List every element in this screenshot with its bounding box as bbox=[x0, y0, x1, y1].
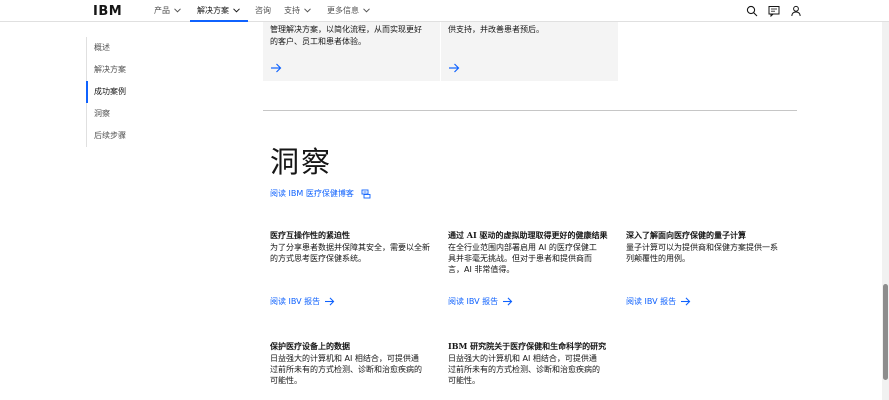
nav-active-indicator bbox=[190, 20, 248, 22]
chat-icon[interactable] bbox=[768, 5, 780, 17]
chevron-down-icon bbox=[304, 8, 311, 13]
insight-link-label: 阅读 IBV 报告 bbox=[448, 297, 499, 306]
section-divider bbox=[263, 110, 797, 111]
chevron-down-icon bbox=[174, 8, 181, 13]
insight-title: 深入了解面向医疗保健的量子计算 bbox=[626, 230, 746, 240]
insight-description: 为了分享患者数据并保障其安全，需要以全新的方式思考医疗保健系统。 bbox=[270, 243, 430, 263]
insight-title: IBM 研究院关于医疗保健和生命科学的研究 bbox=[448, 341, 607, 351]
scrollbar-thumb[interactable] bbox=[883, 284, 888, 380]
sidebar-item-solutions[interactable]: 解决方案 bbox=[86, 59, 186, 81]
insight-title: 保护医疗设备上的数据 bbox=[270, 341, 350, 351]
card-text-line: 供支持，并改善患者预后。 bbox=[448, 25, 544, 34]
card-text-line: 的客户、员工和患者体验。 bbox=[270, 37, 366, 46]
page-scrollbar[interactable] bbox=[882, 22, 889, 400]
insight-item: 通过 AI 驱动的虚拟助理取得更好的健康结果 在全行业范围内部署启用 AI 的医… bbox=[448, 230, 608, 275]
arrow-right-icon bbox=[271, 63, 282, 73]
insight-title: 医疗互操作性的紧迫性 bbox=[270, 230, 350, 240]
sidebar-item-success-stories[interactable]: 成功案例 bbox=[86, 81, 186, 103]
nav-more[interactable]: 更多信息 bbox=[327, 0, 370, 22]
nav-consulting[interactable]: 咨询 bbox=[255, 0, 271, 22]
nav-products[interactable]: 产品 bbox=[154, 0, 181, 22]
sidebar-item-insights[interactable]: 洞察 bbox=[86, 103, 186, 125]
sidebar-item-next-steps[interactable]: 后续步骤 bbox=[86, 125, 186, 147]
top-navigation: IBM 产品 解决方案 咨询 支持 更多信息 bbox=[0, 0, 889, 22]
launch-icon bbox=[361, 189, 371, 198]
arrow-right-icon bbox=[449, 63, 460, 73]
insight-report-link[interactable]: 阅读 IBV 报告 bbox=[448, 296, 513, 307]
arrow-right-icon bbox=[325, 297, 335, 306]
insight-report-link[interactable]: 阅读 IBV 报告 bbox=[270, 296, 335, 307]
arrow-right-icon bbox=[681, 297, 691, 306]
chevron-down-icon bbox=[363, 8, 370, 13]
ibm-logo[interactable]: IBM bbox=[93, 4, 122, 19]
insight-title: 通过 AI 驱动的虚拟助理取得更好的健康结果 bbox=[448, 230, 608, 240]
sidebar-item-overview[interactable]: 概述 bbox=[86, 37, 186, 59]
nav-consulting-label: 咨询 bbox=[255, 6, 271, 15]
insight-item: 深入了解面向医疗保健的量子计算 量子计算可以为提供商和保健方案提供一系列颠覆性的… bbox=[626, 230, 781, 264]
insight-report-link[interactable]: 阅读 IBV 报告 bbox=[626, 296, 691, 307]
user-icon[interactable] bbox=[790, 5, 802, 17]
insight-description: 在全行业范围内部署启用 AI 的医疗保健工具并非毫无挑战。但对于患者和提供商而言… bbox=[448, 243, 597, 274]
chevron-down-icon bbox=[233, 8, 240, 13]
insight-description: 日益强大的计算机和 AI 相结合，可提供通过前所未有的方式检测、诊断和治愈疾病的… bbox=[270, 354, 422, 385]
nav-support[interactable]: 支持 bbox=[284, 0, 311, 22]
insight-item: IBM 研究院关于医疗保健和生命科学的研究 日益强大的计算机和 AI 相结合，可… bbox=[448, 341, 607, 386]
blog-link-label: 阅读 IBM 医疗保健博客 bbox=[270, 189, 354, 198]
healthcare-blog-link[interactable]: 阅读 IBM 医疗保健博客 bbox=[270, 188, 371, 199]
card-text-line: 管理解决方案，以简化流程，从而实现更好 bbox=[270, 25, 422, 34]
nav-products-label: 产品 bbox=[154, 6, 170, 15]
search-icon[interactable] bbox=[746, 5, 758, 17]
nav-support-label: 支持 bbox=[284, 6, 300, 15]
nav-solutions[interactable]: 解决方案 bbox=[197, 0, 240, 22]
insights-heading: 洞察 bbox=[270, 145, 333, 179]
insight-item: 保护医疗设备上的数据 日益强大的计算机和 AI 相结合，可提供通过前所未有的方式… bbox=[270, 341, 422, 386]
insight-description: 量子计算可以为提供商和保健方案提供一系列颠覆性的用例。 bbox=[626, 243, 778, 263]
arrow-right-icon bbox=[503, 297, 513, 306]
nav-solutions-label: 解决方案 bbox=[197, 6, 229, 15]
insight-link-label: 阅读 IBV 报告 bbox=[270, 297, 321, 306]
insight-link-label: 阅读 IBV 报告 bbox=[626, 297, 677, 306]
insight-item: 医疗互操作性的紧迫性 为了分享患者数据并保障其安全，需要以全新的方式思考医疗保健… bbox=[270, 230, 430, 264]
insight-description: 日益强大的计算机和 AI 相结合，可提供通过前所未有的方式检测、诊断和治愈疾病的… bbox=[448, 354, 600, 385]
page-sidebar: 概述 解决方案 成功案例 洞察 后续步骤 bbox=[86, 37, 186, 147]
nav-more-label: 更多信息 bbox=[327, 6, 359, 15]
